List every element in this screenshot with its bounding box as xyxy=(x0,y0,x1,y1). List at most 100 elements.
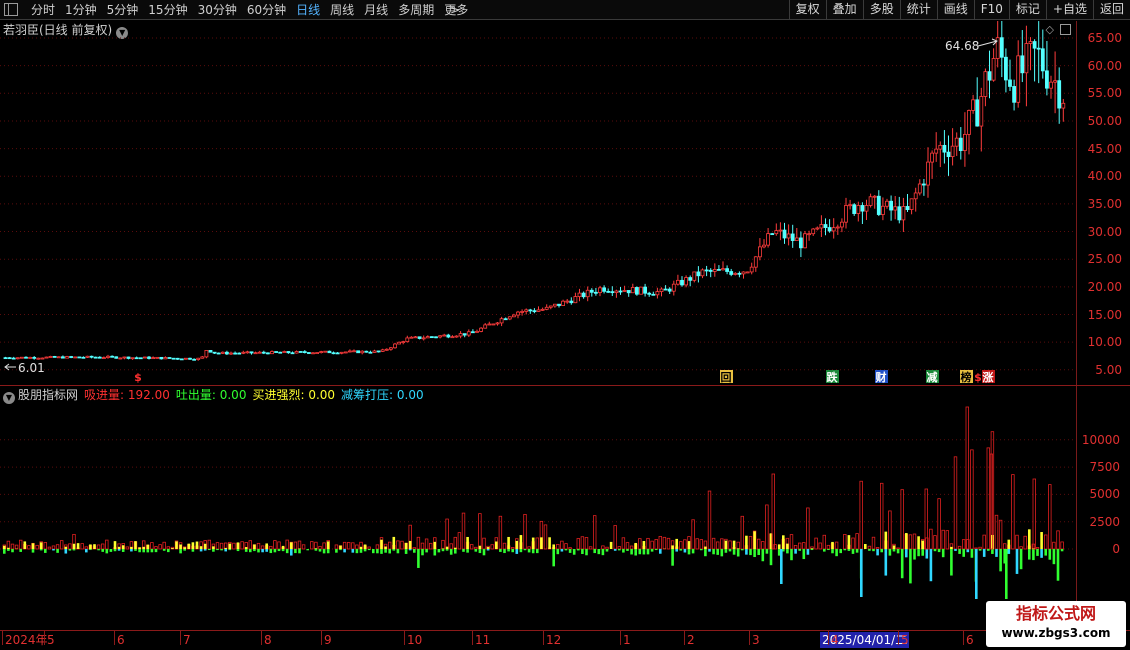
candle-body xyxy=(934,148,939,154)
period-tab[interactable]: 1分钟 xyxy=(60,2,102,18)
event-marker[interactable]: 涨 xyxy=(983,370,994,384)
price-chart-panel[interactable]: 若羽臣(日线 前复权) ▼ ◇ 64.68 6.01 $ 回跌财减榜 $ 涨 xyxy=(0,21,1076,385)
outflow-bar xyxy=(249,549,252,553)
period-tab[interactable]: 30分钟 xyxy=(193,2,242,18)
inflow-bar xyxy=(613,525,617,550)
candlestick-chart[interactable]: 64.686.01$ 回跌财减榜 $ 涨 xyxy=(0,21,1076,385)
candle-body xyxy=(819,224,824,229)
outflow-bar xyxy=(482,549,486,556)
candle-body xyxy=(274,351,279,353)
outflow-bar xyxy=(950,549,953,576)
event-marker[interactable]: $ xyxy=(974,371,982,384)
inflow-bar xyxy=(662,536,667,550)
strong-buy-bar xyxy=(634,542,637,549)
inflow-bar xyxy=(1032,478,1036,550)
toolbar-button[interactable]: F10 xyxy=(973,0,1009,20)
inflow-bar xyxy=(1060,541,1064,550)
toolbar-button[interactable]: 多股 xyxy=(862,0,900,20)
outflow-bar xyxy=(322,549,326,554)
candle-body xyxy=(118,357,123,360)
inflow-bar xyxy=(941,529,945,550)
outflow-bar xyxy=(343,549,346,553)
candle-body xyxy=(967,110,971,135)
candle-body xyxy=(630,287,635,294)
outflow-bar xyxy=(31,549,35,553)
period-tab[interactable]: 5分钟 xyxy=(102,2,144,18)
strong-buy-bar xyxy=(203,543,207,549)
date-tick-mark xyxy=(749,631,750,645)
indicator-panel[interactable]: ▼ 股朋指标网 吸进量: 192.00 吐出量: 0.00 买进强烈: 0.00 减筹打压… xyxy=(0,386,1076,630)
outflow-bar xyxy=(388,549,391,554)
strong-buy-bar xyxy=(72,543,76,549)
indicator-bars xyxy=(2,406,1064,599)
candle-body xyxy=(930,152,934,163)
strong-buy-bar xyxy=(408,540,412,549)
outflow-bar xyxy=(925,549,929,559)
toolbar-button[interactable]: 画线 xyxy=(936,0,974,20)
outflow-bar xyxy=(536,549,539,554)
outflow-bar xyxy=(650,549,654,552)
candle-body xyxy=(1053,80,1057,83)
toolbar-button[interactable]: +自选 xyxy=(1045,0,1093,20)
outflow-bar xyxy=(7,549,10,551)
event-marker[interactable]: 回 xyxy=(721,370,732,384)
inflow-bar xyxy=(498,515,503,550)
toolbar-button[interactable]: 返回 xyxy=(1092,0,1130,20)
candle-body xyxy=(901,206,906,221)
period-tab[interactable]: 多周期 xyxy=(393,2,439,18)
candle-body xyxy=(725,268,729,272)
strong-buy-bar xyxy=(363,544,367,549)
date-tick-label: 12 xyxy=(546,633,562,647)
candle-body xyxy=(999,37,1004,58)
period-tab[interactable]: 日线 xyxy=(291,2,325,18)
toolbar-button[interactable]: 标记 xyxy=(1008,0,1046,20)
period-tab[interactable]: 60分钟 xyxy=(242,2,291,18)
outflow-bar xyxy=(671,549,674,566)
outflow-bar xyxy=(56,549,59,553)
period-tab[interactable]: 周线 xyxy=(325,2,359,18)
outflow-bar xyxy=(1056,549,1060,581)
outflow-bar xyxy=(909,549,912,584)
inflow-bar xyxy=(834,541,839,550)
outflow-bar xyxy=(1040,549,1043,558)
toolbar-button[interactable]: 统计 xyxy=(899,0,937,20)
outflow-bar xyxy=(519,549,523,553)
event-marker[interactable]: 榜 xyxy=(961,370,972,384)
period-tab[interactable]: 分时 xyxy=(26,2,60,18)
outflow-bar xyxy=(597,549,601,555)
event-marker[interactable]: 跌 xyxy=(827,370,839,384)
indicator-histogram[interactable] xyxy=(0,386,1076,630)
candle-body xyxy=(815,227,820,230)
toolbar-button[interactable]: 叠加 xyxy=(825,0,863,20)
price-tick-label: 15.00 xyxy=(1087,307,1122,322)
event-marker[interactable]: $ xyxy=(134,371,142,384)
outflow-bar xyxy=(372,549,375,554)
outflow-bar xyxy=(802,549,806,560)
chevron-right-icon[interactable]: > xyxy=(450,3,460,17)
window-menu-icon[interactable] xyxy=(4,3,18,16)
period-tab[interactable]: 15分钟 xyxy=(143,2,192,18)
strong-buy-bar xyxy=(671,545,674,549)
date-tick-mark xyxy=(321,631,322,645)
event-marker[interactable]: 减 xyxy=(927,370,938,384)
outflow-bar xyxy=(179,549,182,554)
outflow-bar xyxy=(425,549,428,553)
inflow-bar xyxy=(18,539,23,550)
indicator-tick-label: 5000 xyxy=(1089,487,1120,502)
strong-buy-bar xyxy=(736,548,740,549)
outflow-bar xyxy=(445,549,449,551)
candle-body xyxy=(655,291,660,296)
outflow-bar xyxy=(892,549,896,552)
outflow-bar xyxy=(183,549,186,551)
min-price-label: 6.01 xyxy=(18,361,45,375)
outflow-bar xyxy=(162,549,166,551)
date-tick-mark xyxy=(261,631,262,645)
period-tab[interactable]: 月线 xyxy=(359,2,393,18)
candle-body xyxy=(425,336,430,339)
event-marker[interactable]: 财 xyxy=(875,370,887,384)
watermark-title: 指标公式网 xyxy=(1015,604,1096,623)
outflow-bar xyxy=(404,549,408,554)
outflow-bar xyxy=(1028,549,1031,560)
toolbar-button[interactable]: 复权 xyxy=(788,0,826,20)
inflow-bar xyxy=(355,544,359,550)
